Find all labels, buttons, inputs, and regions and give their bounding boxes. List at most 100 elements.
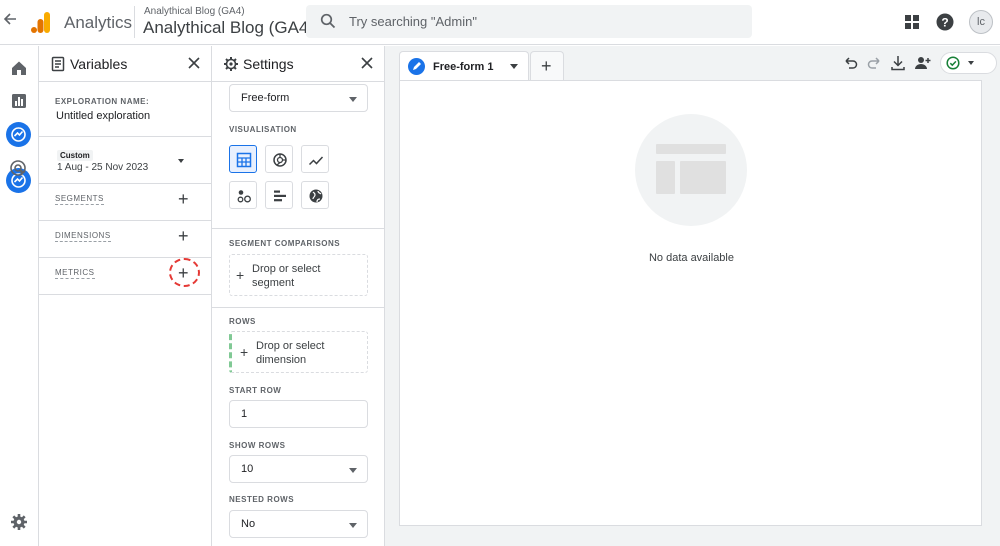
technique-value: Free-form [241,92,290,104]
date-type-chip: Custom [57,150,93,161]
table-visualisation-button[interactable] [229,145,257,173]
line-chart-icon [308,156,324,166]
search-placeholder: Try searching "Admin" [349,14,477,29]
start-row-value: 1 [241,408,248,420]
home-icon[interactable] [8,57,30,79]
add-tab-plus-icon: + [541,56,552,76]
status-dropdown[interactable] [940,52,997,74]
nested-rows-value: No [241,518,256,530]
share-add-user-icon[interactable] [914,54,932,72]
close-settings-icon[interactable] [360,56,374,70]
exploration-name-section: EXPLORATION NAME: Untitled exploration [39,83,212,137]
account-name[interactable]: Analythical Blog (GA4) [144,6,245,17]
help-icon[interactable]: ? [935,12,955,32]
segment-drop-zone[interactable]: + Drop or select segment [229,254,368,296]
avatar[interactable]: lc [969,10,993,34]
close-variables-icon[interactable] [187,56,201,70]
donut-visualisation-button[interactable] [265,145,293,173]
header-divider [134,6,135,38]
globe-icon [309,189,323,203]
undo-icon[interactable] [841,54,859,72]
technique-caret-icon [349,97,357,102]
add-segment-button[interactable]: + [178,190,189,208]
settings-divider [212,228,385,229]
left-navigation [0,46,39,546]
donut-chart-icon [273,153,287,167]
rows-drop-text: Drop or select dimension [256,340,325,366]
start-row-input[interactable]: 1 [229,400,368,428]
date-range-text: 1 Aug - 25 Nov 2023 [57,162,149,173]
add-metric-button[interactable]: + [178,264,189,282]
search-bar[interactable]: Try searching "Admin" [306,5,752,38]
empty-state-illustration [635,114,747,226]
variables-header: Variables [39,46,211,82]
nested-rows-select[interactable]: No [229,510,368,538]
show-rows-caret-icon [349,468,357,473]
metrics-section: METRICS + [39,258,212,295]
analytics-logo-icon[interactable] [31,12,51,33]
segment-comparisons-label: SEGMENT COMPARISONS [229,239,341,248]
property-name[interactable]: Analythical Blog (GA4) [143,18,314,38]
technique-select[interactable]: Free-form [229,84,368,112]
metrics-label: METRICS [55,268,95,279]
svg-text:?: ? [941,16,948,30]
settings-panel: Settings Free-form VISUALISATION SEGMENT… [212,46,385,546]
dimensions-section: DIMENSIONS + [39,221,212,258]
download-icon[interactable] [889,54,907,72]
no-data-message: No data available [648,252,734,264]
segments-label: SEGMENTS [55,194,104,205]
search-icon [320,13,336,29]
rows-drop-zone[interactable]: + Drop or select dimension [229,331,368,373]
top-bar: Analytics Analythical Blog (GA4) Analyth… [0,0,1000,45]
variables-title: Variables [70,56,128,72]
scatter-visualisation-button[interactable] [229,181,257,209]
app-name: Analytics [64,13,133,32]
settings-divider [212,307,385,308]
exploration-name-input[interactable]: Untitled exploration [56,110,150,122]
tab-menu-caret-icon[interactable] [510,64,518,69]
visualisation-label: VISUALISATION [229,125,297,134]
variables-panel: Variables EXPLORATION NAME: Untitled exp… [39,46,212,546]
bar-chart-icon [274,190,286,202]
back-arrow-icon[interactable] [3,12,19,32]
status-caret-icon [968,61,974,65]
nested-rows-caret-icon [349,523,357,528]
date-dropdown-caret-icon[interactable] [178,159,184,163]
start-row-label: START ROW [229,386,282,395]
scatter-plot-icon [237,190,251,203]
show-rows-select[interactable]: 10 [229,455,368,483]
show-rows-value: 10 [241,463,254,475]
tab-free-form-1[interactable]: Free-form 1 [399,51,529,80]
rows-label: ROWS [229,317,256,326]
explore-icon [6,122,31,147]
segment-drop-text: Drop or select segment [252,263,321,289]
table-icon [236,152,252,168]
add-tab-button[interactable]: + [530,51,564,80]
date-range-section[interactable]: Custom 1 Aug - 25 Nov 2023 [39,137,212,184]
tab-label: Free-form 1 [433,61,494,73]
variables-icon [51,56,65,72]
canvas-area: Free-form 1 + No data available [385,46,1000,546]
segment-plus-icon: + [236,267,245,283]
apps-grid-icon[interactable] [902,12,922,32]
nested-rows-label: NESTED ROWS [229,495,295,504]
tab-bar: Free-form 1 + [385,46,1000,80]
admin-gear-icon[interactable] [8,511,30,533]
exploration-name-label: EXPLORATION NAME: [55,97,150,106]
segments-section: SEGMENTS + [39,184,212,221]
reports-icon[interactable] [8,90,30,112]
pencil-icon [408,58,425,75]
add-dimension-button[interactable]: + [178,227,189,245]
settings-header: Settings [212,46,384,82]
check-circle-icon [946,56,960,70]
bar-visualisation-button[interactable] [265,181,293,209]
rows-plus-icon: + [240,344,249,360]
settings-title: Settings [243,56,294,72]
settings-gear-icon [224,57,238,71]
show-rows-label: SHOW ROWS [229,441,286,450]
dimensions-label: DIMENSIONS [55,231,111,242]
geo-visualisation-button[interactable] [301,181,329,209]
line-visualisation-button[interactable] [301,145,329,173]
redo-icon[interactable] [866,54,884,72]
advertising-icon[interactable] [8,158,30,180]
